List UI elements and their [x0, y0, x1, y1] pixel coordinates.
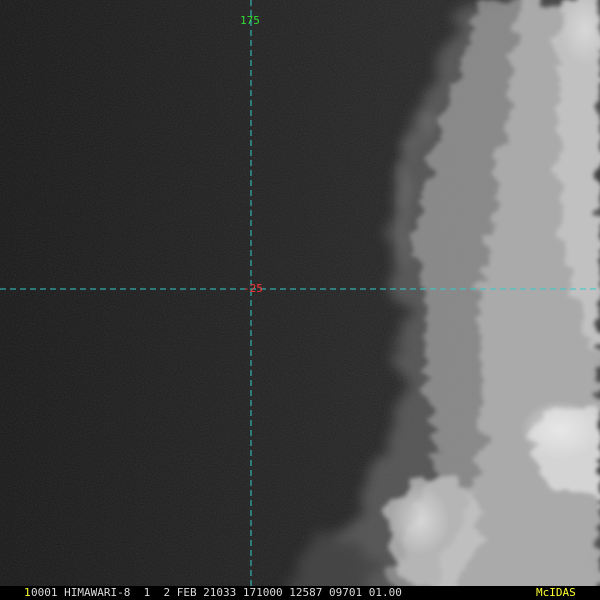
longitude-label: 175	[240, 14, 260, 27]
image-metadata-text: 0001 HIMAWARI-8 1 2 FEB 21033 171000 125…	[31, 586, 402, 599]
cloud-cell	[520, 400, 600, 460]
mcidas-logo: McIDAS	[536, 586, 576, 599]
frame-number: 1	[24, 586, 31, 599]
cloud-cell	[390, 485, 450, 555]
satellite-image	[0, 0, 600, 600]
status-bar: 1 0001 HIMAWARI-8 1 2 FEB 21033 171000 1…	[0, 586, 600, 600]
satellite-image-viewport: 175 -25 1 0001 HIMAWARI-8 1 2 FEB 21033 …	[0, 0, 600, 600]
latitude-label: -25	[243, 282, 263, 295]
